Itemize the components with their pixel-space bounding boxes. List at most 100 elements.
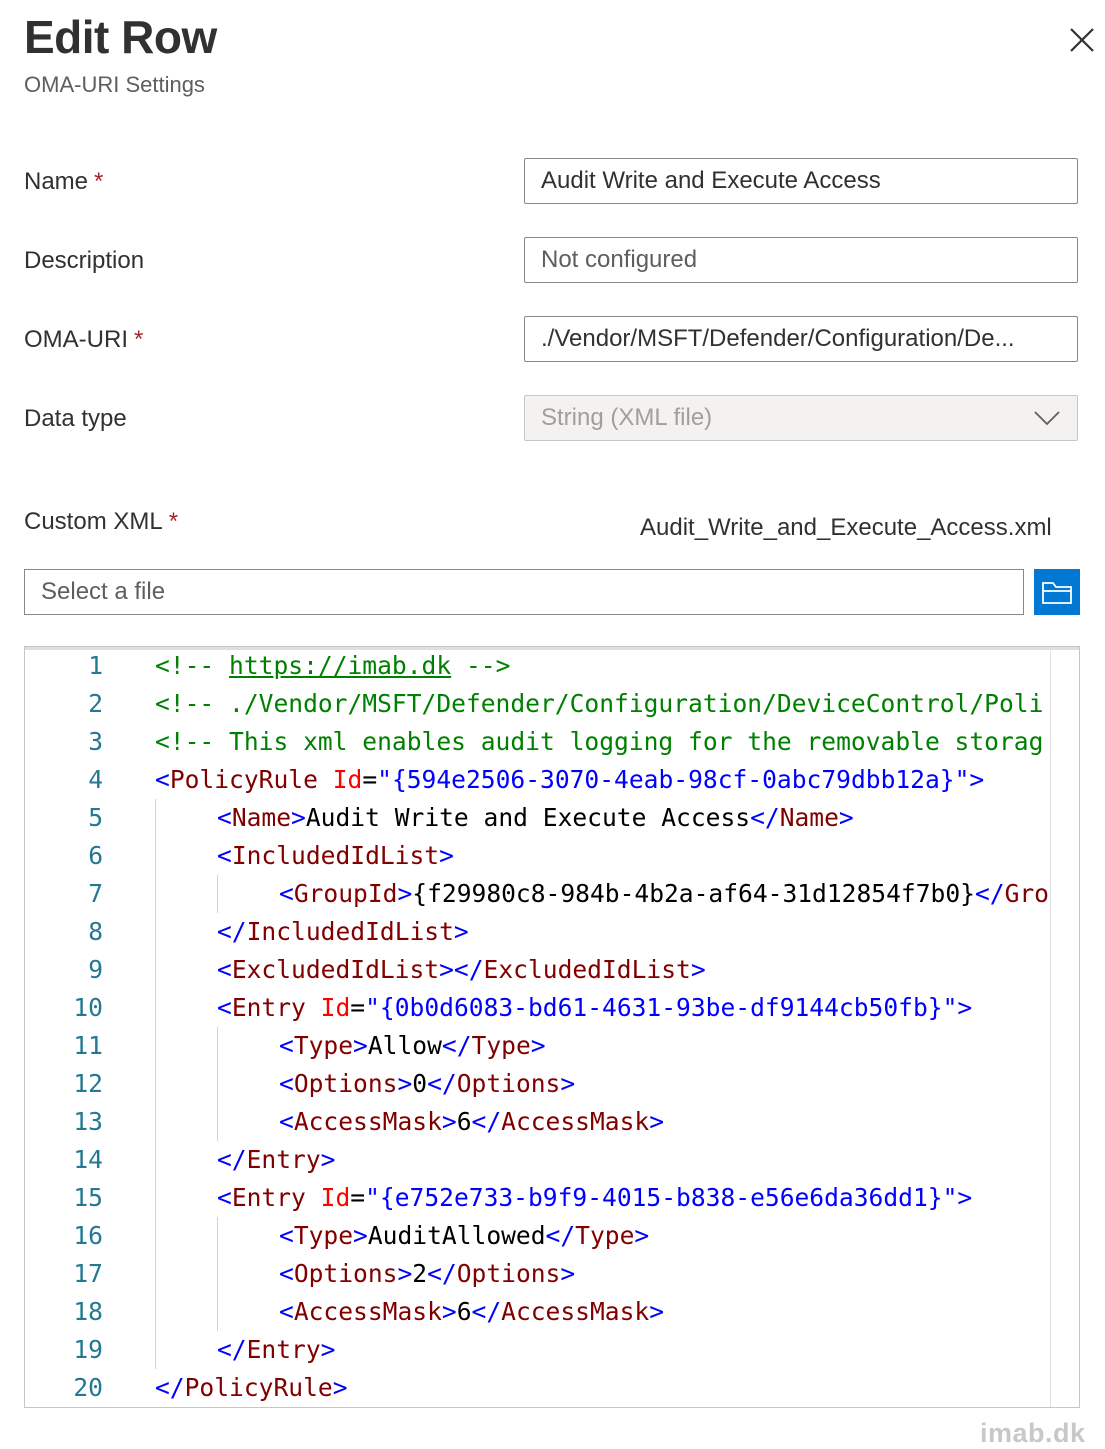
code-token[interactable]: https://imab.dk bbox=[229, 651, 451, 680]
xml-code-editor[interactable]: 1 <!-- https://imab.dk --> 2 <!-- ./Vendor/… bbox=[24, 646, 1080, 1408]
code-token: < bbox=[155, 765, 170, 794]
code-line[interactable]: 4 <PolicyRule Id="{594e2506-3070-4eab-98c… bbox=[25, 761, 1075, 799]
code-text: <Name>Audit Write and Execute Access</Na… bbox=[217, 799, 854, 837]
code-text: <GroupId>{f29980c8-984b-4b2a-af64-31d128… bbox=[279, 875, 1049, 913]
selected-file-name: Audit_Write_and_Execute_Access.xml bbox=[640, 514, 1052, 541]
oma-uri-input[interactable]: ./Vendor/MSFT/Defender/Configuration/De.… bbox=[524, 316, 1078, 362]
code-token: > bbox=[649, 1297, 665, 1326]
line-number: 15 bbox=[73, 1183, 103, 1212]
panel-subtitle: OMA-URI Settings bbox=[24, 72, 205, 97]
code-token: Id bbox=[320, 1183, 351, 1212]
code-token: {f29980c8-984b-4b2a-af64-31d12854f7b0} bbox=[412, 879, 975, 908]
code-token: < bbox=[279, 1221, 294, 1250]
code-text: </PolicyRule> bbox=[155, 1369, 348, 1407]
name-label: Name * bbox=[24, 168, 104, 195]
custom-xml-label: Custom XML * bbox=[24, 508, 179, 535]
code-token: </ bbox=[155, 1373, 185, 1402]
code-token: Entry bbox=[231, 993, 306, 1022]
code-token: > bbox=[634, 1221, 650, 1250]
code-token: </ bbox=[217, 1335, 247, 1364]
code-token: Entry bbox=[231, 1183, 306, 1212]
code-text: </IncludedIdList> bbox=[217, 913, 469, 951]
code-text: </Entry> bbox=[217, 1141, 335, 1179]
code-token: Entry bbox=[246, 1335, 321, 1364]
code-token: </ bbox=[217, 917, 247, 946]
code-token: > bbox=[332, 1373, 348, 1402]
code-line[interactable]: 19 </Entry> bbox=[25, 1331, 1075, 1369]
line-number: 4 bbox=[88, 765, 103, 794]
code-token: Type bbox=[293, 1031, 354, 1060]
code-token: </ bbox=[974, 879, 1005, 908]
line-number: 8 bbox=[88, 917, 103, 946]
code-line[interactable]: 2 <!-- ./Vendor/MSFT/Defender/Configurati… bbox=[25, 685, 1075, 723]
code-token: > bbox=[397, 1259, 413, 1288]
code-text: </Entry> bbox=[217, 1331, 335, 1369]
name-input[interactable]: Audit Write and Execute Access bbox=[524, 158, 1078, 204]
code-line[interactable]: 5 <Name>Audit Write and Execute Access</N… bbox=[25, 799, 1075, 837]
code-token: 0 bbox=[412, 1069, 428, 1098]
code-token: </ bbox=[217, 1145, 247, 1174]
code-text: <IncludedIdList> bbox=[217, 837, 454, 875]
data-type-select[interactable]: String (XML file) bbox=[524, 395, 1078, 441]
code-text: <Entry Id="{0b0d6083-bd61-4631-93be-df91… bbox=[217, 989, 972, 1027]
code-token: </ bbox=[427, 1069, 457, 1098]
code-token: 6 bbox=[456, 1297, 472, 1326]
code-token: < bbox=[279, 1297, 294, 1326]
code-line[interactable]: 17 <Options>2</Options> bbox=[25, 1255, 1075, 1293]
code-token: AuditAllowed bbox=[367, 1221, 546, 1250]
code-line[interactable]: 7 <GroupId>{f29980c8-984b-4b2a-af64-31d12… bbox=[25, 875, 1075, 913]
code-line[interactable]: 14 </Entry> bbox=[25, 1141, 1075, 1179]
code-line[interactable]: 12 <Options>0</Options> bbox=[25, 1065, 1075, 1103]
code-line[interactable]: 3 <!-- This xml enables audit logging for… bbox=[25, 723, 1075, 761]
code-token: = bbox=[350, 993, 366, 1022]
code-token: Id bbox=[332, 765, 363, 794]
line-number: 9 bbox=[88, 955, 103, 984]
code-line[interactable]: 6 <IncludedIdList> bbox=[25, 837, 1075, 875]
code-token: Name bbox=[231, 803, 292, 832]
code-token: > bbox=[441, 1107, 457, 1136]
code-token: > bbox=[353, 1221, 368, 1250]
code-line[interactable]: 18 <AccessMask>6</AccessMask> bbox=[25, 1293, 1075, 1331]
code-token: </ bbox=[441, 1031, 472, 1060]
code-line[interactable]: 9 <ExcludedIdList></ExcludedIdList> bbox=[25, 951, 1075, 989]
code-token: < bbox=[279, 1031, 294, 1060]
browse-file-button[interactable] bbox=[1034, 569, 1080, 615]
file-select-input[interactable]: Select a file bbox=[24, 569, 1024, 615]
close-button[interactable] bbox=[1064, 22, 1100, 58]
line-number: 11 bbox=[73, 1031, 103, 1060]
code-token: > bbox=[957, 1183, 973, 1212]
code-line[interactable]: 10 <Entry Id="{0b0d6083-bd61-4631-93be-df… bbox=[25, 989, 1075, 1027]
code-token: < bbox=[279, 1107, 294, 1136]
code-token: = bbox=[362, 765, 378, 794]
line-number: 18 bbox=[73, 1297, 103, 1326]
code-line[interactable]: 15 <Entry Id="{e752e733-b9f9-4015-b838-e5… bbox=[25, 1179, 1075, 1217]
code-token: > bbox=[291, 803, 306, 832]
code-line[interactable]: 1 <!-- https://imab.dk --> bbox=[25, 647, 1075, 685]
code-line[interactable]: 8 </IncludedIdList> bbox=[25, 913, 1075, 951]
code-token: > bbox=[441, 1297, 457, 1326]
data-type-label: Data type bbox=[24, 405, 127, 432]
line-number: 19 bbox=[73, 1335, 103, 1364]
code-token: Type bbox=[575, 1221, 635, 1250]
code-line[interactable]: 20 </PolicyRule> bbox=[25, 1369, 1075, 1407]
code-line[interactable]: 11 <Type>Allow</Type> bbox=[25, 1027, 1075, 1065]
code-token: ExcludedIdList bbox=[231, 955, 440, 984]
close-icon bbox=[1070, 28, 1094, 52]
code-token: Id bbox=[320, 993, 351, 1022]
code-token: > bbox=[690, 955, 706, 984]
code-token: > bbox=[560, 1259, 576, 1288]
code-token: Audit Write and Execute Access bbox=[305, 803, 751, 832]
code-line[interactable]: 13 <AccessMask>6</AccessMask> bbox=[25, 1103, 1075, 1141]
required-marker: * bbox=[134, 326, 144, 353]
code-token: "{e752e733-b9f9-4015-b838-e56e6da36dd1}" bbox=[365, 1183, 958, 1212]
code-token: GroupId bbox=[293, 879, 398, 908]
line-number: 17 bbox=[73, 1259, 103, 1288]
code-token: < bbox=[217, 955, 232, 984]
code-token: < bbox=[279, 1069, 294, 1098]
code-token: Options bbox=[293, 1259, 398, 1288]
code-token: > bbox=[353, 1031, 368, 1060]
code-line[interactable]: 16 <Type>AuditAllowed</Type> bbox=[25, 1217, 1075, 1255]
chevron-down-icon bbox=[1034, 411, 1060, 426]
code-text: <AccessMask>6</AccessMask> bbox=[279, 1293, 664, 1331]
description-input[interactable]: Not configured bbox=[524, 237, 1078, 283]
